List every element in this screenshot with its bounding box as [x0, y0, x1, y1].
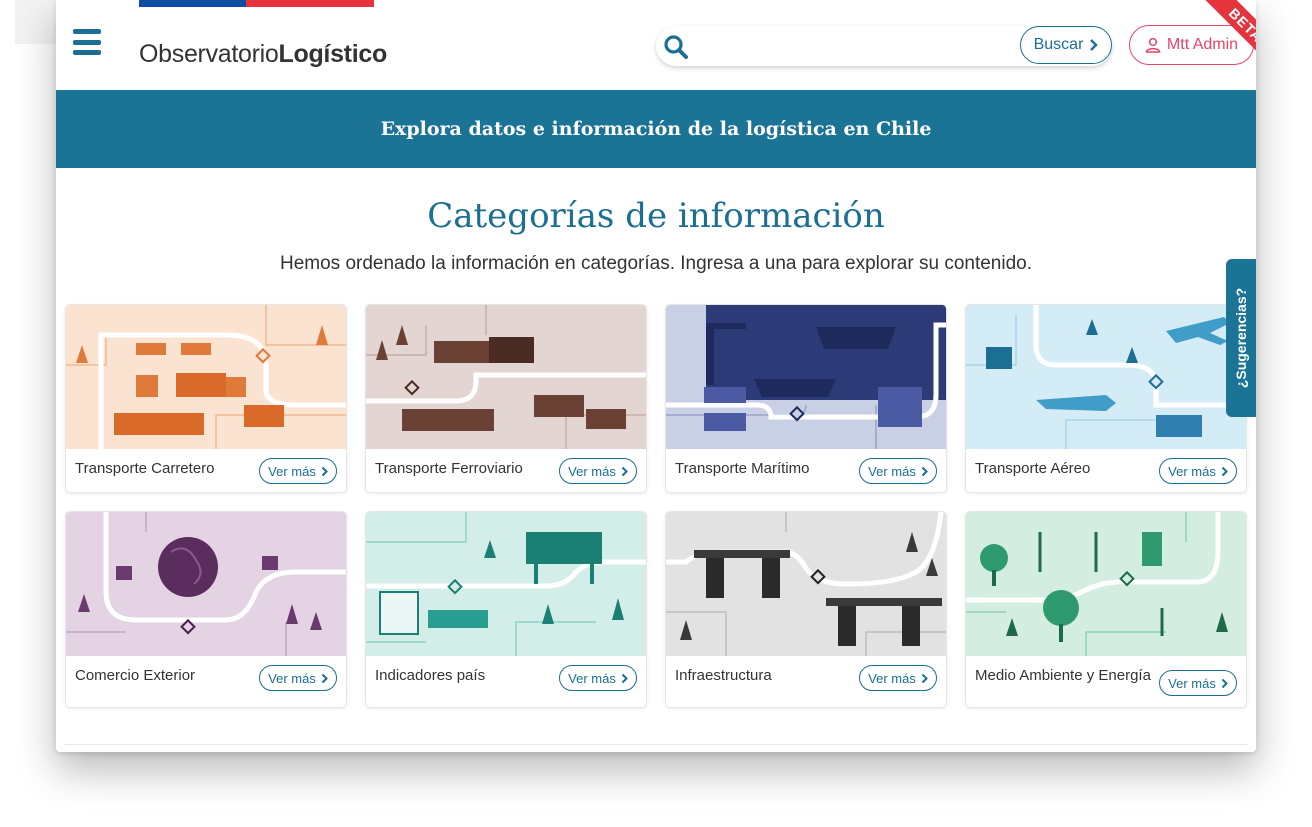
page-subtitle: Hemos ordenado la información en categor… — [279, 253, 1032, 274]
browser-page: ObservatorioLogístico Buscar Mtt Admin B… — [56, 0, 1256, 752]
card-label: Infraestructura — [675, 667, 772, 684]
chevron-right-icon — [321, 673, 328, 683]
ver-mas-button[interactable]: Ver más — [559, 665, 637, 691]
train-illustration — [366, 305, 646, 449]
chevron-right-icon — [1090, 39, 1099, 51]
indicators-illustration — [366, 512, 646, 656]
chevron-right-icon — [1221, 678, 1228, 688]
search-bar: Buscar — [656, 26, 1112, 66]
user-icon — [1145, 37, 1161, 53]
site-logo[interactable]: ObservatorioLogístico — [139, 40, 387, 69]
bridge-illustration — [666, 512, 946, 656]
ver-mas-button[interactable]: Ver más — [1159, 458, 1237, 484]
card-label: Transporte Marítimo — [675, 460, 810, 477]
card-label: Transporte Carretero — [75, 460, 215, 477]
truck-illustration — [66, 305, 346, 449]
ship-illustration — [666, 305, 946, 449]
suggestions-tab[interactable]: ¿Sugerencias? — [1226, 259, 1256, 417]
category-card-infraestructura[interactable]: Infraestructura Ver más — [665, 511, 947, 708]
category-card-transporte-maritimo[interactable]: Transporte Marítimo Ver más — [665, 304, 947, 493]
category-card-transporte-aereo[interactable]: Transporte Aéreo Ver más — [965, 304, 1247, 493]
chevron-right-icon — [621, 466, 628, 476]
card-label: Transporte Ferroviario — [375, 460, 523, 477]
chevron-right-icon — [321, 466, 328, 476]
search-icon — [664, 35, 688, 59]
card-label: Comercio Exterior — [75, 667, 196, 684]
ver-mas-button[interactable]: Ver más — [1159, 670, 1237, 696]
ver-mas-button[interactable]: Ver más — [859, 665, 937, 691]
hero-banner: Explora datos e información de la logíst… — [56, 90, 1256, 168]
category-card-medio-ambiente-energia[interactable]: Medio Ambiente y Energía Ver más — [965, 511, 1247, 708]
flag-strip — [139, 0, 374, 7]
category-card-indicadores-pais[interactable]: Indicadores país Ver más — [365, 511, 647, 708]
ver-mas-button[interactable]: Ver más — [259, 665, 337, 691]
ver-mas-button[interactable]: Ver más — [859, 458, 937, 484]
card-label: Indicadores país — [375, 667, 486, 684]
globe-illustration — [66, 512, 346, 656]
category-card-transporte-carretero[interactable]: Transporte Carretero Ver más — [65, 304, 347, 493]
site-header: ObservatorioLogístico Buscar Mtt Admin B… — [56, 0, 1256, 90]
chevron-right-icon — [621, 673, 628, 683]
environment-illustration — [966, 512, 1246, 656]
chevron-right-icon — [1221, 466, 1228, 476]
chevron-right-icon — [921, 673, 928, 683]
card-label: Transporte Aéreo — [975, 460, 1091, 477]
user-account-button[interactable]: Mtt Admin — [1129, 25, 1254, 65]
category-card-comercio-exterior[interactable]: Comercio Exterior Ver más — [65, 511, 347, 708]
category-card-transporte-ferroviario[interactable]: Transporte Ferroviario Ver más — [365, 304, 647, 493]
chevron-right-icon — [921, 466, 928, 476]
card-label: Medio Ambiente y Energía — [975, 667, 1151, 684]
airplane-illustration — [966, 305, 1246, 449]
ver-mas-button[interactable]: Ver más — [259, 458, 337, 484]
search-button[interactable]: Buscar — [1020, 26, 1112, 64]
page-title: Categorías de información — [427, 196, 885, 236]
ver-mas-button[interactable]: Ver más — [559, 458, 637, 484]
search-input[interactable] — [696, 31, 1016, 61]
divider — [65, 744, 1247, 745]
menu-icon[interactable] — [73, 29, 101, 55]
